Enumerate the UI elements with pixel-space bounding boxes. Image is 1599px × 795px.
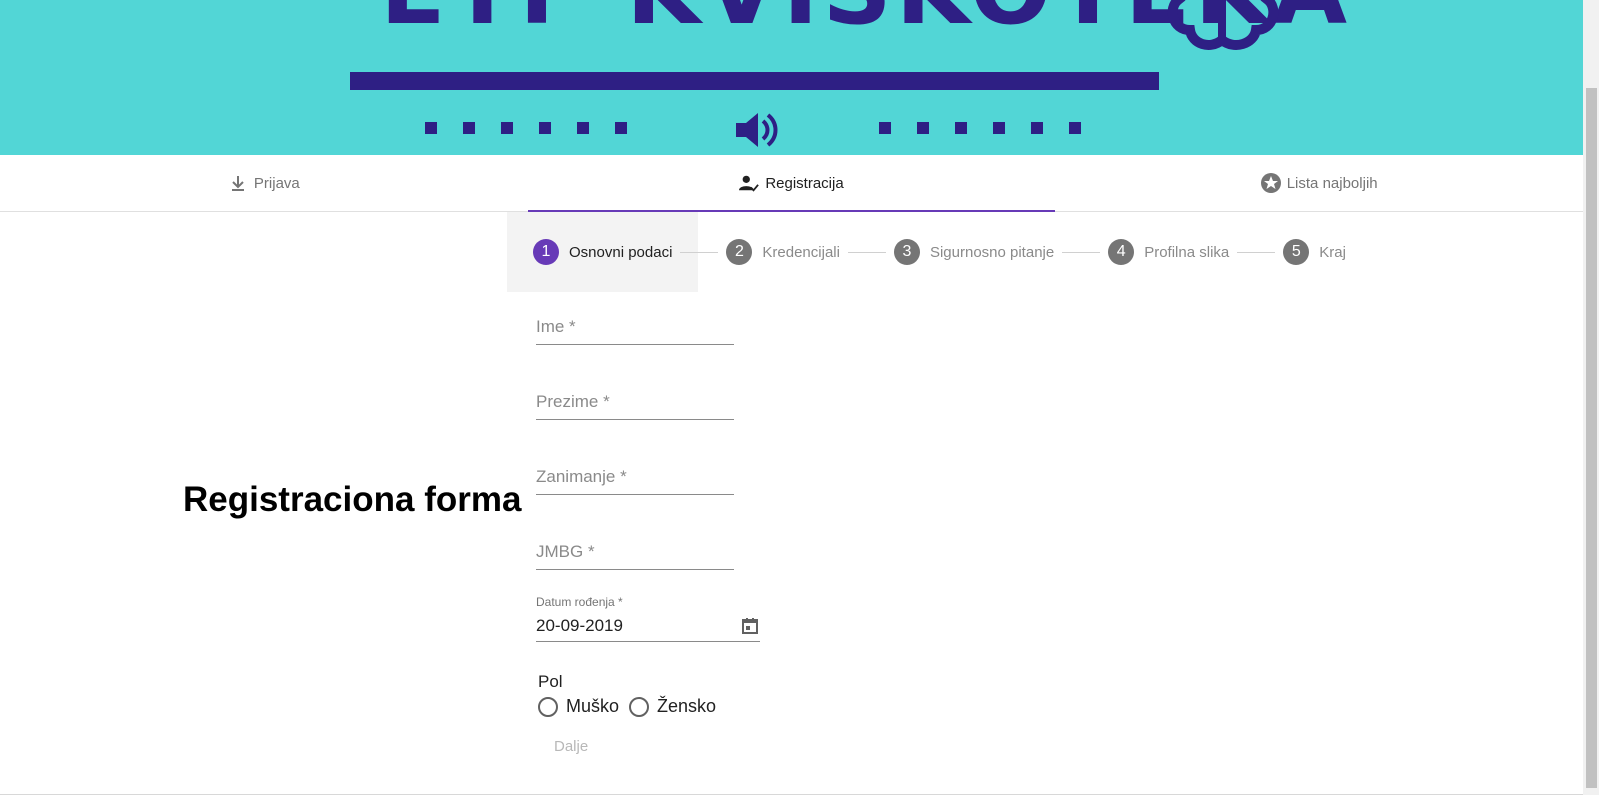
step-profilna-slika[interactable]: 4 Profilna slika [1082,212,1255,292]
step-kredencijali[interactable]: 2 Kredencijali [700,212,866,292]
brain-icon [1167,0,1279,50]
gender-option-musko[interactable]: Muško [538,696,619,717]
speaker-icon[interactable] [732,109,778,151]
gender-label: Pol [538,672,563,691]
ime-input[interactable] [536,312,734,342]
gender-group: Pol Muško Žensko [538,672,720,717]
vertical-scrollbar[interactable] [1583,0,1599,795]
birthdate-field: Datum rođenja * [536,595,760,642]
page-title: Registraciona forma [183,480,522,519]
gender-options: Muško Žensko [538,696,720,717]
prezime-input[interactable] [536,387,734,417]
zanimanje-input[interactable] [536,462,734,492]
banner-bar [350,72,1159,90]
dots-right [879,122,1081,134]
radio-musko[interactable] [538,696,558,717]
birthdate-row [536,611,760,642]
scrollbar-thumb[interactable] [1586,88,1597,788]
step-osnovni-podaci[interactable]: 1 Osnovni podaci [507,212,699,292]
step-number: 2 [726,239,753,265]
tab-label: Registracija [765,174,844,192]
zanimanje-field-wrapper [536,460,734,495]
tab-registracija[interactable]: Registracija [527,155,1056,212]
step-label: Kraj [1319,243,1346,261]
step-label: Osnovni podaci [569,243,673,261]
step-label: Profilna slika [1144,243,1230,261]
gender-option-zensko[interactable]: Žensko [629,696,716,717]
registration-stepper: 1 Osnovni podaci 2 Kredencijali 3 Sigurn… [507,212,1372,292]
tab-label: Prijava [253,174,300,192]
next-button[interactable]: Dalje [540,734,602,759]
jmbg-input[interactable] [536,537,734,567]
step-kraj[interactable]: 5 Kraj [1257,212,1372,292]
tab-prijava[interactable]: Prijava [0,155,528,211]
header-banner: ETF KVISKOTEKA [0,0,1583,155]
tab-bar: Prijava Registracija Lista najboljih [0,155,1583,212]
step-number: 1 [533,239,559,265]
radio-label: Žensko [657,696,717,716]
prezime-field-wrapper [536,385,734,420]
person-check-icon [739,175,760,192]
radio-label: Muško [566,696,620,716]
step-number: 4 [1108,239,1135,265]
birthdate-label: Datum rođenja * [536,595,623,609]
calendar-icon[interactable] [740,616,760,636]
radio-zensko[interactable] [629,696,650,717]
dots-left [425,122,627,134]
step-number: 5 [1283,239,1310,265]
tab-lista-najboljih[interactable]: Lista najboljih [1055,155,1583,211]
download-icon [231,176,244,191]
jmbg-field-wrapper [536,535,734,570]
birthdate-input[interactable] [536,616,716,636]
ime-field-wrapper [536,310,734,345]
star-circle-icon [1260,173,1281,193]
step-sigurnosno-pitanje[interactable]: 3 Sigurnosno pitanje [868,212,1080,292]
tab-label: Lista najboljih [1286,174,1378,192]
step-label: Sigurnosno pitanje [929,243,1055,261]
step-number: 3 [893,239,920,265]
step-label: Kredencijali [762,243,840,261]
